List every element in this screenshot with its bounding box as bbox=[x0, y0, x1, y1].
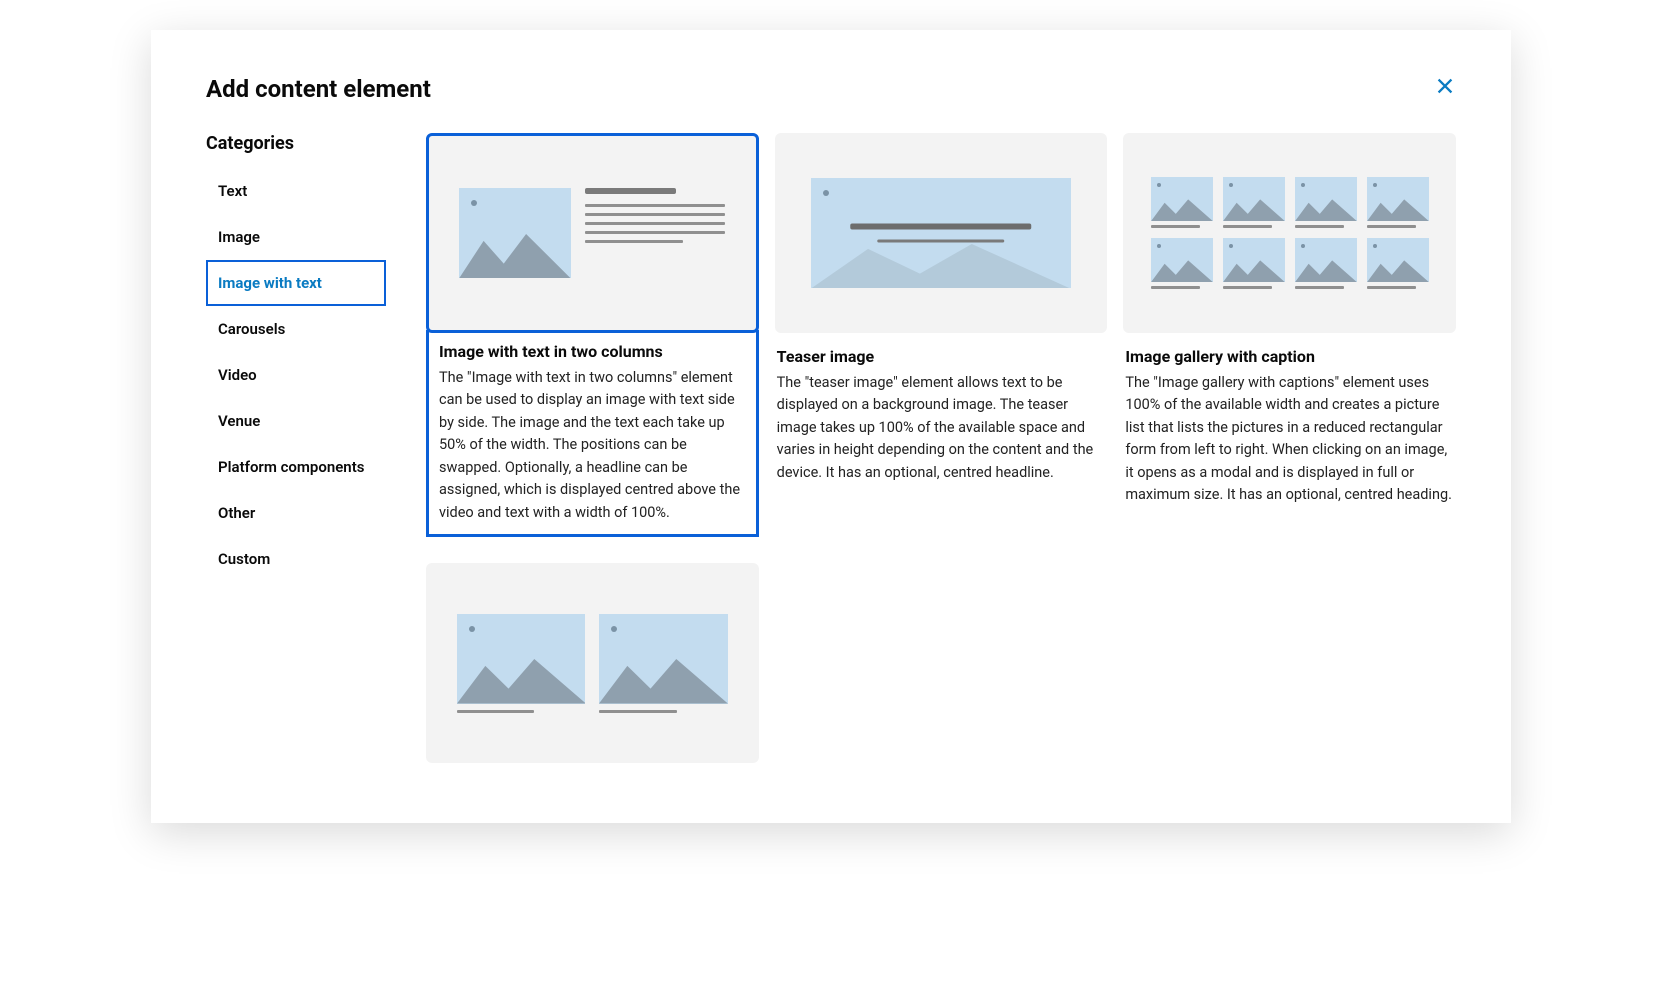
image-placeholder-icon bbox=[457, 614, 586, 704]
card-preview bbox=[775, 133, 1108, 333]
image-placeholder-icon bbox=[1367, 177, 1429, 221]
card-description: The "Image gallery with captions" elemen… bbox=[1125, 372, 1454, 507]
card-title: Image gallery with caption bbox=[1125, 347, 1454, 366]
card-preview bbox=[426, 133, 759, 333]
card-text: Image with text in two columns The "Imag… bbox=[426, 330, 759, 537]
category-image-with-text[interactable]: Image with text bbox=[206, 260, 386, 306]
categories-sidebar: Categories Text Image Image with text Ca… bbox=[206, 133, 386, 763]
preview-gallery-icon bbox=[1151, 177, 1429, 289]
image-placeholder-icon bbox=[1151, 238, 1213, 282]
text-lines-icon bbox=[850, 224, 1031, 243]
image-placeholder-icon bbox=[459, 188, 571, 278]
card-text: Image gallery with caption The "Image ga… bbox=[1123, 333, 1456, 507]
category-carousels[interactable]: Carousels bbox=[206, 306, 386, 352]
category-platform-components[interactable]: Platform components bbox=[206, 444, 386, 490]
image-placeholder-icon bbox=[1151, 177, 1213, 221]
card-description: The "Image with text in two columns" ele… bbox=[439, 367, 746, 524]
category-custom[interactable]: Custom bbox=[206, 536, 386, 582]
card-title: Teaser image bbox=[777, 347, 1106, 366]
card-preview bbox=[426, 563, 759, 763]
modal-header: Add content element bbox=[206, 75, 1456, 103]
category-image[interactable]: Image bbox=[206, 214, 386, 260]
category-venue[interactable]: Venue bbox=[206, 398, 386, 444]
add-content-element-modal: Add content element Categories Text Imag… bbox=[151, 30, 1511, 823]
image-placeholder-icon bbox=[599, 614, 728, 704]
category-video[interactable]: Video bbox=[206, 352, 386, 398]
image-placeholder-icon bbox=[1367, 238, 1429, 282]
close-button[interactable] bbox=[1434, 75, 1456, 97]
card-description: The "teaser image" element allows text t… bbox=[777, 372, 1106, 484]
category-text[interactable]: Text bbox=[206, 168, 386, 214]
close-icon bbox=[1434, 75, 1456, 97]
preview-two-images-icon bbox=[457, 614, 729, 713]
card-teaser-image[interactable]: Teaser image The "teaser image" element … bbox=[775, 133, 1108, 537]
category-other[interactable]: Other bbox=[206, 490, 386, 536]
preview-two-column-icon bbox=[459, 188, 725, 278]
card-preview bbox=[1123, 133, 1456, 333]
card-two-images[interactable] bbox=[426, 563, 759, 763]
preview-teaser-icon bbox=[811, 178, 1070, 288]
image-placeholder-icon bbox=[1223, 177, 1285, 221]
element-grid: Image with text in two columns The "Imag… bbox=[426, 133, 1456, 763]
categories-heading: Categories bbox=[206, 133, 386, 154]
modal-body: Categories Text Image Image with text Ca… bbox=[206, 133, 1456, 763]
card-image-text-two-columns[interactable]: Image with text in two columns The "Imag… bbox=[426, 133, 759, 537]
card-image-gallery-caption[interactable]: Image gallery with caption The "Image ga… bbox=[1123, 133, 1456, 537]
modal-title: Add content element bbox=[206, 75, 431, 103]
image-placeholder-icon bbox=[1223, 238, 1285, 282]
text-lines-icon bbox=[585, 188, 725, 243]
card-title: Image with text in two columns bbox=[439, 342, 746, 361]
image-placeholder-icon bbox=[1295, 238, 1357, 282]
image-placeholder-icon bbox=[1295, 177, 1357, 221]
card-text: Teaser image The "teaser image" element … bbox=[775, 333, 1108, 484]
